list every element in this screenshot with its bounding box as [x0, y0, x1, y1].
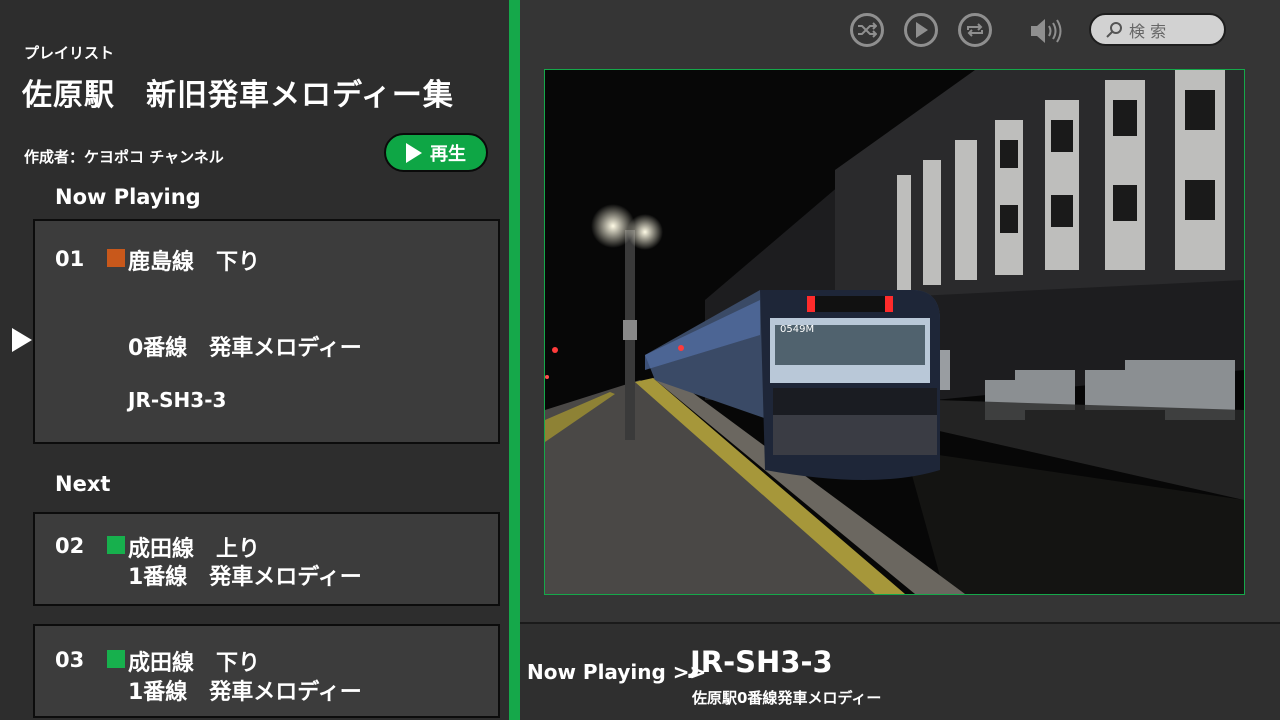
track-platform: 0番線 発車メロディー — [128, 336, 362, 361]
play-playlist-button[interactable]: 再生 — [384, 133, 488, 172]
line-color-square — [107, 249, 125, 267]
play-icon — [916, 22, 928, 38]
now-playing-title: JR-SH3-3 — [690, 645, 833, 679]
search-icon — [1106, 21, 1122, 38]
volume-button[interactable] — [1028, 15, 1064, 51]
line-color-square — [107, 536, 125, 554]
search-input[interactable]: 検 索 — [1089, 13, 1226, 46]
playlist-label: プレイリスト — [24, 44, 115, 62]
track-line: 成田線 下り — [128, 651, 261, 676]
station-night-photo: 0549M — [545, 70, 1244, 594]
track-card-next-1[interactable]: 02 成田線 上り 1番線 発車メロディー — [33, 512, 500, 606]
play-button-label: 再生 — [430, 143, 466, 165]
track-photo: 0549M — [544, 69, 1245, 595]
repeat-button[interactable] — [958, 13, 992, 47]
shuffle-button[interactable] — [850, 13, 884, 47]
search-placeholder: 検 索 — [1129, 21, 1167, 41]
track-card-current[interactable]: 01 鹿島線 下り 0番線 発車メロディー JR-SH3-3 — [33, 219, 500, 444]
play-icon — [406, 142, 422, 163]
track-line: 鹿島線 下り — [128, 250, 261, 275]
volume-icon — [1031, 19, 1062, 43]
track-card-next-2[interactable]: 03 成田線 下り 1番線 発車メロディー — [33, 624, 500, 718]
now-playing-label: Now Playing >> — [527, 660, 707, 684]
playlist-title: 佐原駅 新旧発車メロディー集 — [22, 78, 454, 113]
panel-divider — [509, 0, 520, 720]
next-heading: Next — [55, 472, 111, 496]
playlist-creator: 作成者：ケヨポコ チャンネル — [24, 148, 224, 166]
track-platform: 1番線 発車メロディー — [128, 680, 362, 705]
track-number: 02 — [55, 534, 85, 558]
current-track-marker-icon — [12, 328, 32, 352]
now-playing-heading: Now Playing — [55, 185, 201, 209]
repeat-icon — [967, 23, 983, 37]
track-number: 01 — [55, 247, 85, 271]
now-playing-subtitle: 佐原駅0番線発車メロディー — [692, 689, 882, 707]
track-platform: 1番線 発車メロディー — [128, 565, 362, 590]
track-number: 03 — [55, 648, 85, 672]
track-code: JR-SH3-3 — [128, 388, 227, 412]
shuffle-icon — [858, 22, 877, 38]
train-destination-display: 0549M — [780, 324, 814, 335]
line-color-square — [107, 650, 125, 668]
play-button[interactable] — [904, 13, 938, 47]
